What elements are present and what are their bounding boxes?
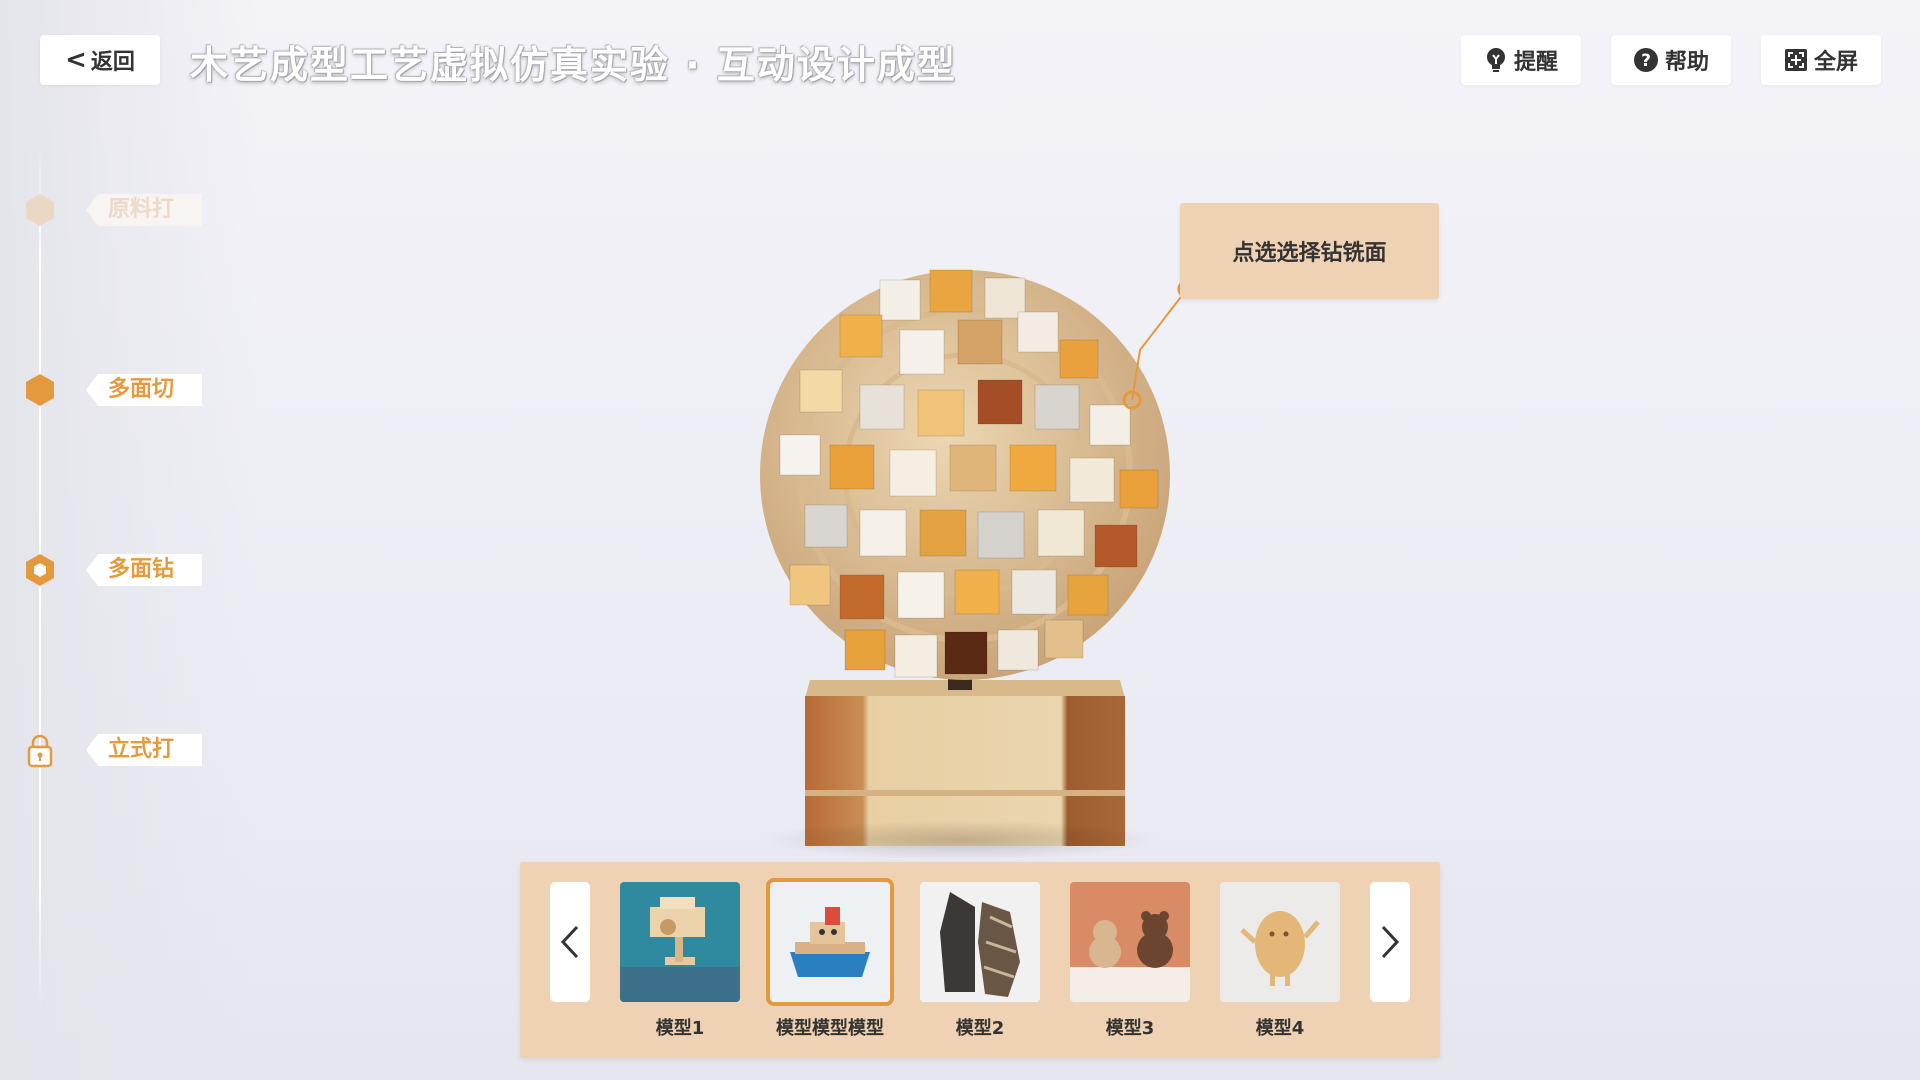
model-shadow xyxy=(760,820,1160,860)
model-thumb-3[interactable] xyxy=(920,882,1040,1002)
model-thumb-2[interactable] xyxy=(766,878,894,1006)
remind-button[interactable]: 提醒 xyxy=(1461,35,1581,85)
lightbulb-icon xyxy=(1486,48,1505,72)
model-thumb-label: 模型1 xyxy=(655,1018,705,1039)
model-thumb-label: 模型2 xyxy=(955,1018,1005,1039)
model-thumb-5[interactable] xyxy=(1220,882,1340,1002)
step-vertical-sanding[interactable]: 立式打磨 xyxy=(22,727,202,773)
remind-label: 提醒 xyxy=(1513,50,1558,75)
question-circle-icon: ? xyxy=(1633,48,1658,72)
fullscreen-button[interactable]: 全屏 xyxy=(1761,35,1881,85)
chevron-left-icon: < xyxy=(65,45,87,75)
step-label: 多面切割 xyxy=(86,374,202,406)
model-1-image xyxy=(620,882,740,1002)
model-3-image xyxy=(920,882,1040,1002)
model-4-image xyxy=(1070,882,1190,1002)
carousel-prev-button[interactable] xyxy=(550,882,590,1002)
model-thumb-4[interactable] xyxy=(1070,882,1190,1002)
model-thumb-label: 模型4 xyxy=(1255,1018,1305,1039)
step-multi-milling[interactable]: 多面钻铣 xyxy=(22,547,202,593)
step-label: 立式打磨 xyxy=(86,734,202,766)
carousel-next-button[interactable] xyxy=(1370,882,1410,1002)
hexagon-filled-icon xyxy=(26,374,54,406)
model-thumb-label: 模型3 xyxy=(1105,1018,1155,1039)
callout-text: 点选选择钻铣面 xyxy=(1232,241,1387,266)
fullscreen-label: 全屏 xyxy=(1813,50,1858,75)
page-title: 木艺成型工艺虚拟仿真实验 · 互动设计成型 xyxy=(190,43,957,87)
chevron-right-icon xyxy=(1381,925,1400,959)
model-5-image xyxy=(1220,882,1340,1002)
hexagon-icon xyxy=(26,194,54,226)
back-label: 返回 xyxy=(90,50,135,75)
svg-text:?: ? xyxy=(1641,51,1651,71)
fullscreen-icon xyxy=(1784,49,1807,71)
step-label: 多面钻铣 xyxy=(86,554,202,586)
model-thumb-1[interactable] xyxy=(620,882,740,1002)
help-button[interactable]: ? 帮助 xyxy=(1611,35,1731,85)
step-raw-drilling[interactable]: 原料打孔 xyxy=(22,187,202,233)
step-label: 原料打孔 xyxy=(86,194,202,226)
model-carousel: 模型1 模型模型模型 模型2 模型3 模型4 xyxy=(520,862,1440,1058)
lock-icon xyxy=(27,734,53,768)
model-illustration xyxy=(760,269,1197,846)
select-milling-face-callout[interactable]: 点选选择钻铣面 xyxy=(1180,203,1439,299)
hexagon-ring-icon xyxy=(26,554,54,586)
help-label: 帮助 xyxy=(1664,50,1709,75)
back-button[interactable]: < 返回 xyxy=(40,35,160,85)
chevron-left-icon xyxy=(560,925,579,959)
model-2-image xyxy=(770,882,890,1002)
model-thumb-label: 模型模型模型 xyxy=(776,1018,884,1039)
wooden-cube-sphere-model[interactable] xyxy=(700,220,1220,860)
step-multi-cut[interactable]: 多面切割 xyxy=(22,367,202,413)
